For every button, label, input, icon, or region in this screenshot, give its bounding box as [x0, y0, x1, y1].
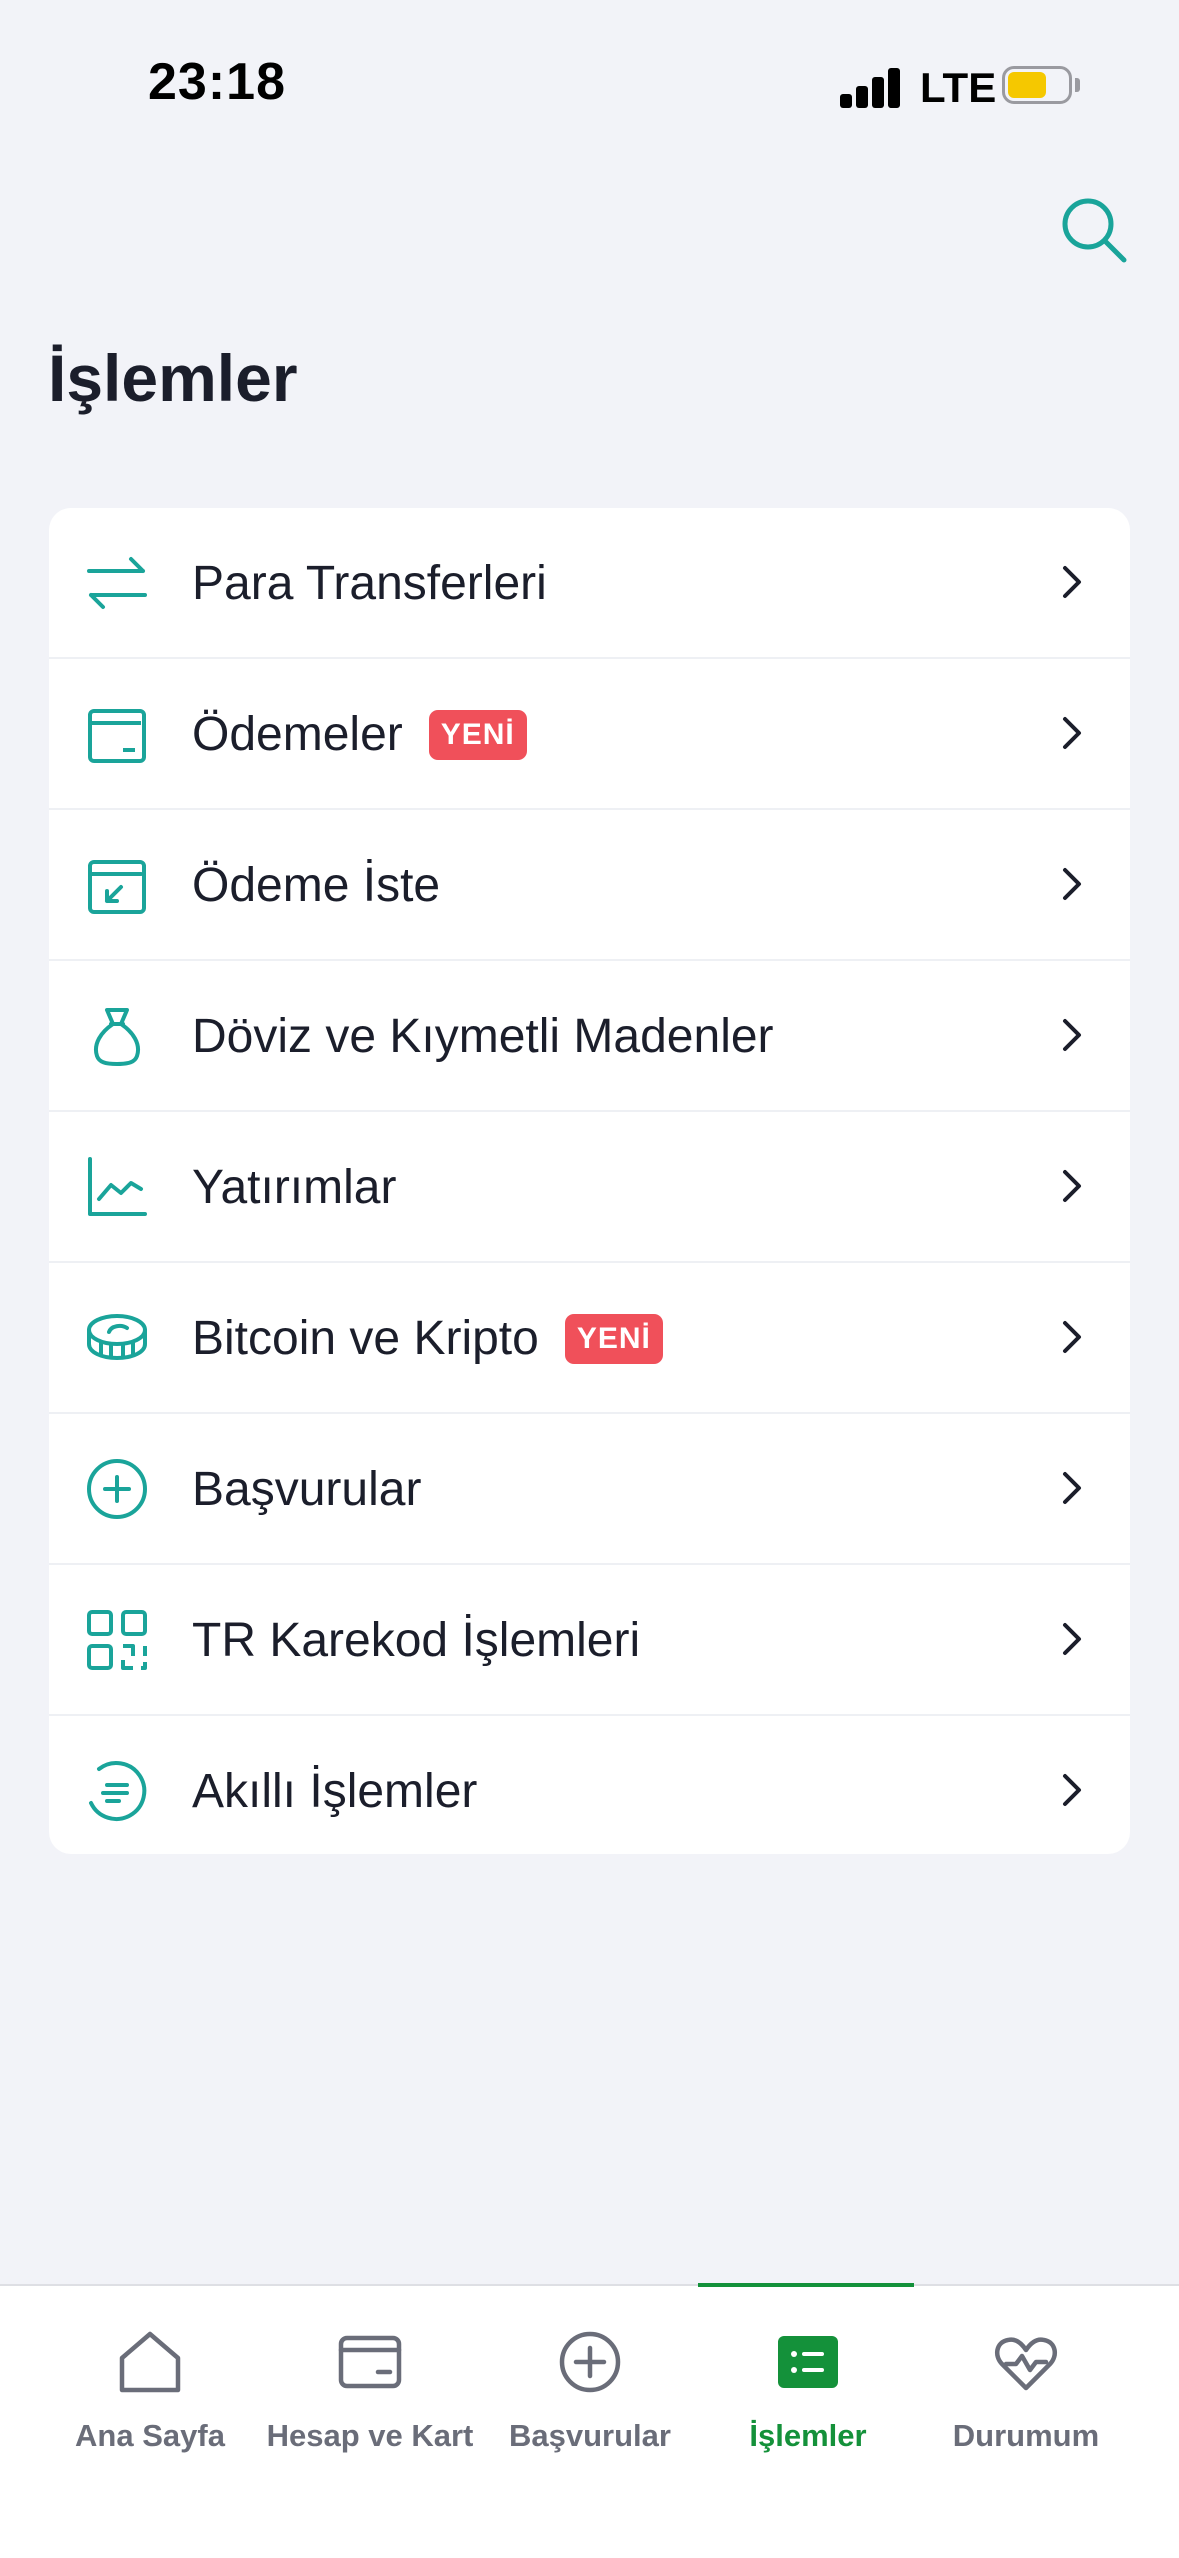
transfer-arrows-icon	[87, 557, 147, 609]
card-icon	[338, 2335, 402, 2389]
menu-item-basvurular[interactable]: Başvurular	[49, 1414, 1130, 1565]
chevron-right-icon	[1063, 1321, 1081, 1353]
menu-item-label: Ödeme İste	[192, 859, 441, 912]
menu-item-odemeler[interactable]: Ödemeler YENİ	[49, 659, 1130, 810]
tab-label: Ana Sayfa	[75, 2418, 225, 2453]
menu-item-label: Para Transferleri	[192, 557, 547, 610]
new-badge: YENİ	[428, 709, 527, 760]
menu-item-para-transferleri[interactable]: Para Transferleri	[49, 508, 1130, 659]
page-title: İşlemler	[48, 341, 298, 415]
tab-islemler[interactable]: İşlemler	[698, 2286, 918, 2486]
chevron-right-icon	[1063, 1472, 1081, 1504]
tab-label: İşlemler	[749, 2418, 867, 2453]
chevron-right-icon	[1063, 1774, 1081, 1806]
menu-item-odeme-iste[interactable]: Ödeme İste	[49, 810, 1130, 961]
list-icon	[778, 2336, 838, 2388]
tab-ana-sayfa[interactable]: Ana Sayfa	[40, 2286, 260, 2486]
new-badge: YENİ	[564, 1313, 663, 1364]
tab-durumum[interactable]: Durumum	[916, 2286, 1136, 2486]
menu-item-tr-karekod[interactable]: TR Karekod İşlemleri	[49, 1565, 1130, 1716]
chevron-right-icon	[1063, 868, 1081, 900]
request-payment-icon	[88, 860, 146, 914]
plus-circle-icon	[87, 1459, 147, 1519]
chevron-right-icon	[1063, 566, 1081, 598]
chevron-right-icon	[1063, 1623, 1081, 1655]
menu-item-akilli-islemler[interactable]: Akıllı İşlemler	[49, 1716, 1130, 1854]
search-icon	[1062, 198, 1127, 263]
chevron-right-icon	[1063, 1170, 1081, 1202]
tab-label: Hesap ve Kart	[266, 2418, 474, 2453]
tab-hesap-ve-kart[interactable]: Hesap ve Kart	[260, 2286, 480, 2486]
menu-item-bitcoin[interactable]: Bitcoin ve Kripto YENİ	[49, 1263, 1130, 1414]
status-time: 23:18	[148, 53, 286, 111]
signal-icon	[840, 66, 902, 108]
money-bag-icon	[94, 1008, 140, 1066]
tab-basvurular[interactable]: Başvurular	[480, 2286, 700, 2486]
menu-item-yatirimlar[interactable]: Yatırımlar	[49, 1112, 1130, 1263]
menu-item-label: TR Karekod İşlemleri	[192, 1614, 641, 1667]
chevron-right-icon	[1063, 717, 1081, 749]
chevron-right-icon	[1063, 1019, 1081, 1051]
menu-item-label: Yatırımlar	[192, 1161, 397, 1214]
tab-label: Başvurular	[509, 2418, 671, 2453]
operations-menu: Para Transferleri Ödemeler YENİ Ödeme İst…	[49, 508, 1130, 1854]
menu-item-label: Bitcoin ve Kripto	[192, 1312, 539, 1365]
home-icon	[119, 2331, 181, 2393]
wallet-icon	[88, 709, 146, 763]
battery-icon	[1002, 66, 1080, 106]
line-chart-icon	[88, 1157, 147, 1216]
qr-code-icon	[87, 1610, 147, 1670]
carrier-label: LTE	[920, 64, 997, 111]
menu-item-label: Başvurular	[192, 1463, 422, 1516]
bottom-tab-bar: Ana Sayfa Hesap ve Kart Başvurular İşlem…	[0, 2283, 1179, 2558]
status-bar: 23:18 LTE	[0, 0, 1179, 170]
menu-item-doviz[interactable]: Döviz ve Kıymetli Madenler	[49, 961, 1130, 1112]
menu-item-label: Ödemeler	[192, 708, 403, 761]
heart-pulse-icon	[994, 2337, 1058, 2391]
search-button[interactable]	[1054, 190, 1134, 270]
smart-operations-icon	[89, 1761, 147, 1821]
coin-icon	[87, 1314, 147, 1360]
menu-item-label: Akıllı İşlemler	[192, 1765, 478, 1818]
tab-label: Durumum	[952, 2418, 1100, 2453]
plus-circle-icon	[559, 2331, 621, 2393]
menu-item-label: Döviz ve Kıymetli Madenler	[192, 1010, 774, 1063]
